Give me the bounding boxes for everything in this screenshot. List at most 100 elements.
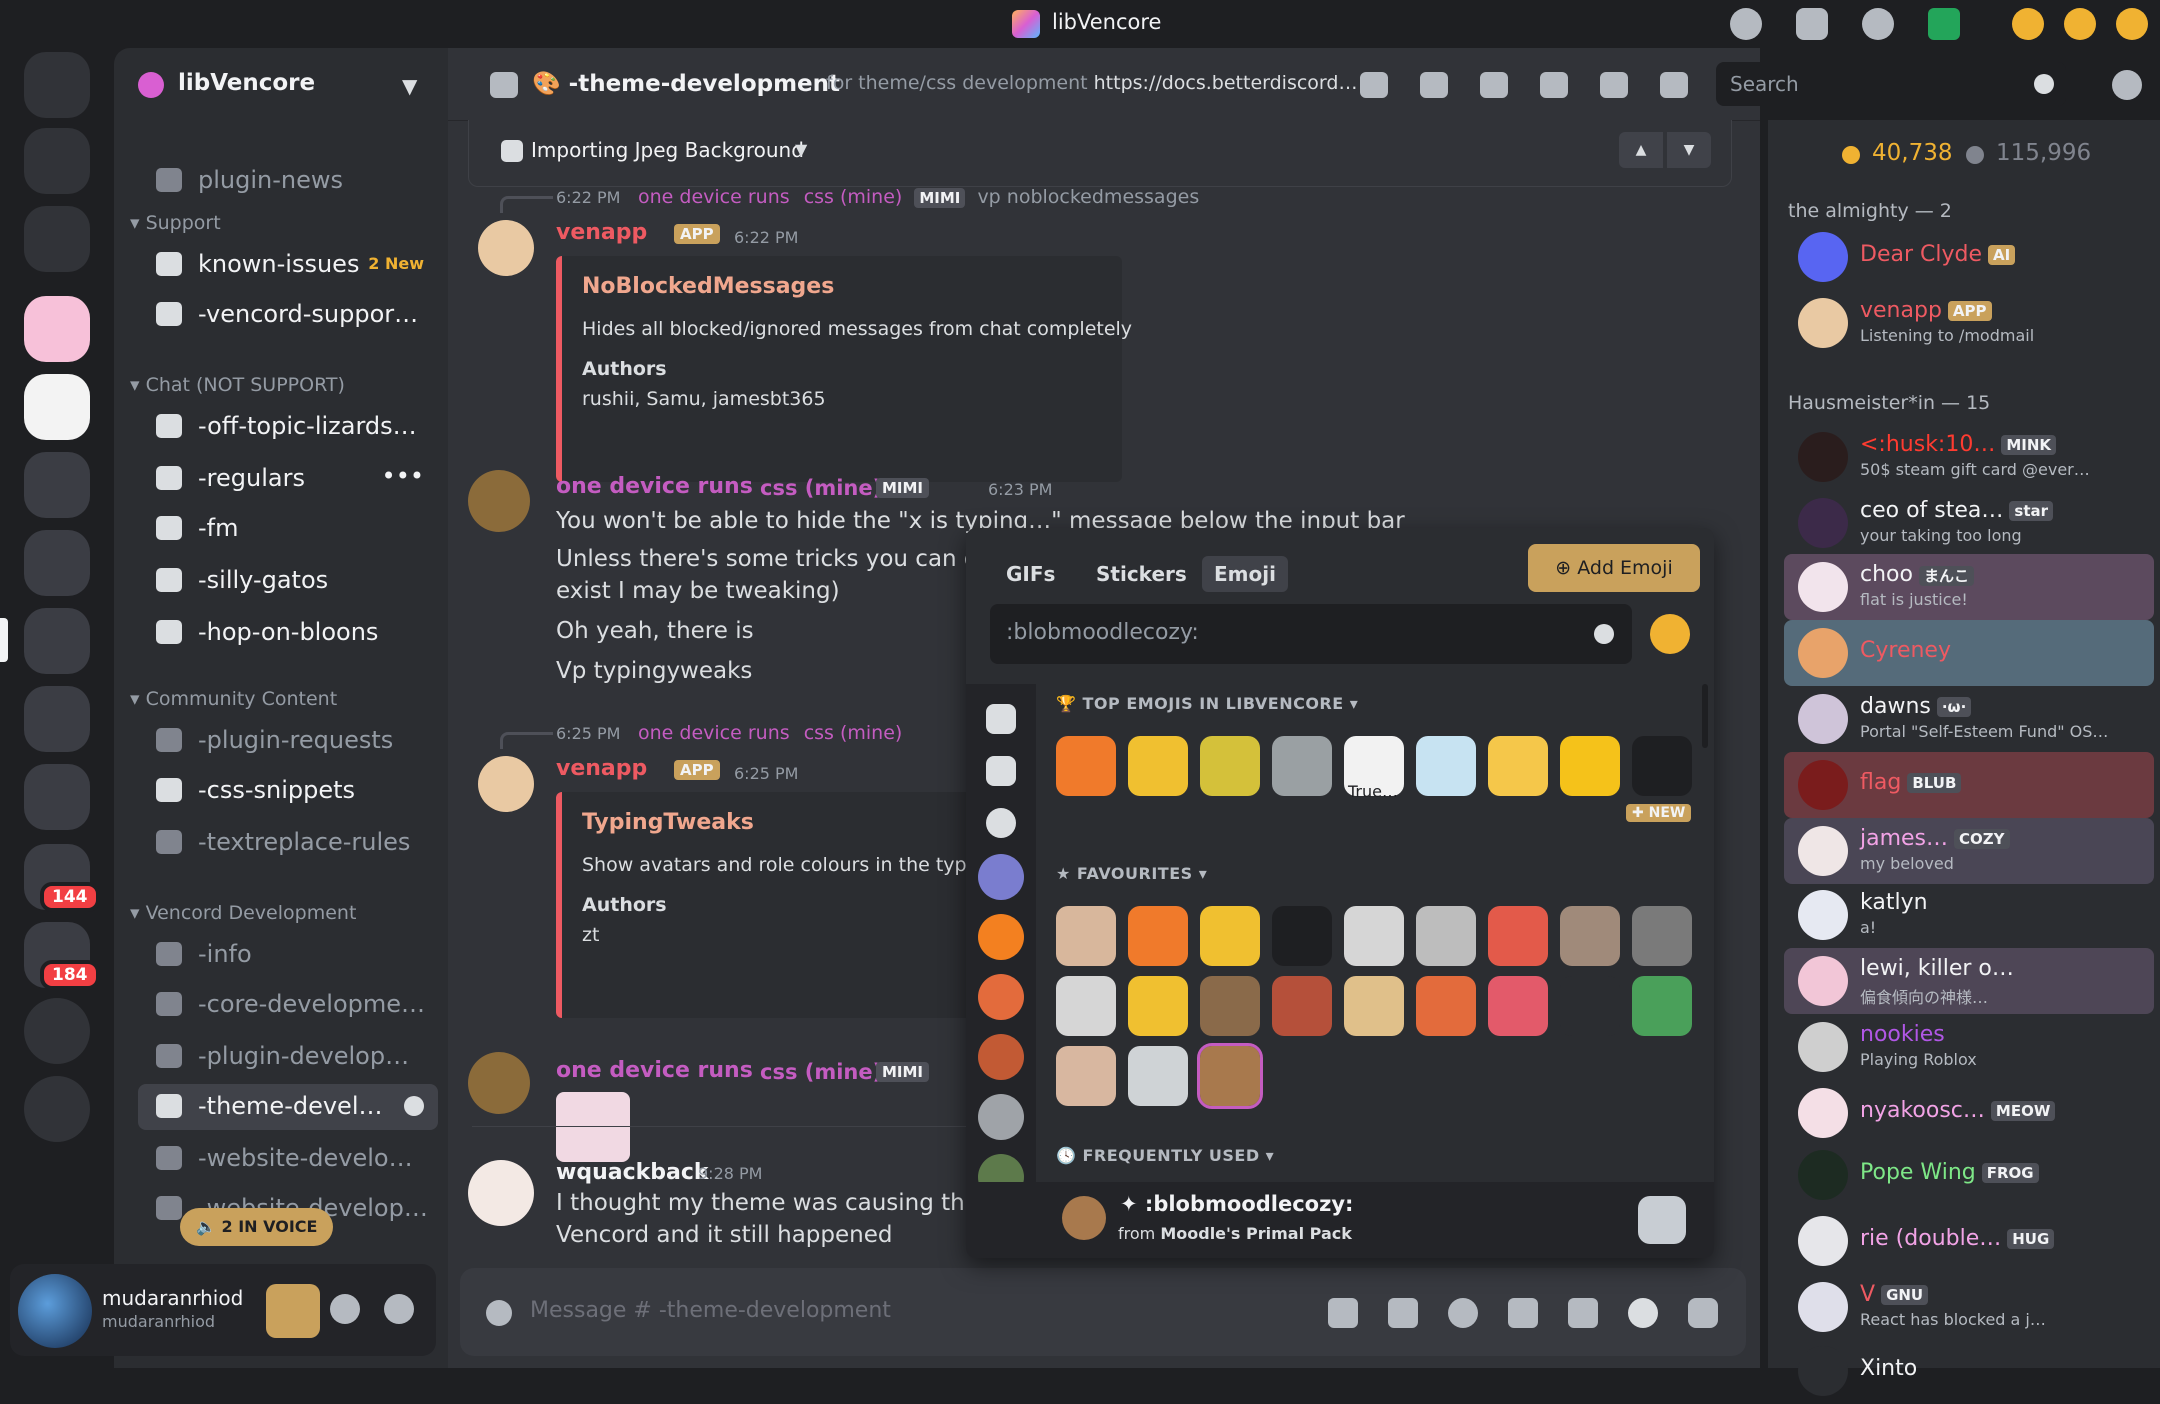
emoji-button[interactable] (1416, 976, 1476, 1036)
emoji-button[interactable] (1056, 736, 1116, 796)
tab-stickers[interactable]: Stickers (1084, 556, 1199, 592)
gift-icon[interactable] (1328, 1298, 1358, 1328)
gif-icon[interactable] (1508, 1298, 1538, 1328)
channel-topic[interactable]: for theme/css development https://docs.b… (826, 72, 1357, 94)
channel-css-snippets[interactable]: -css-snippets (138, 768, 438, 814)
picker-scrollbar[interactable] (1702, 684, 1708, 748)
skin-tone-icon[interactable] (1650, 614, 1690, 654)
channel-off-topic[interactable]: -off-topic-lizards… (138, 404, 438, 450)
server-folder-3[interactable] (24, 686, 90, 752)
emoji-button[interactable] (1272, 906, 1332, 966)
section-favourites[interactable]: ★ FAVOURITES ▾ (1056, 864, 1207, 883)
maximize-icon[interactable] (2064, 8, 2096, 40)
member-item[interactable]: flag BLUB (1784, 752, 2154, 818)
emoji-button[interactable] (1200, 976, 1260, 1036)
emoji-button[interactable] (1056, 906, 1116, 966)
member-item[interactable]: Dear Clyde AI (1784, 224, 2154, 290)
embed-title[interactable]: TypingTweaks (582, 810, 754, 835)
nitro-icon[interactable] (1360, 72, 1388, 98)
avatar[interactable] (18, 1274, 92, 1348)
emoji-button[interactable] (1560, 906, 1620, 966)
inbox-icon[interactable] (1796, 8, 1828, 40)
scroll-down-button[interactable]: ▼ (1667, 132, 1711, 168)
message-author[interactable]: one device runs (556, 474, 753, 499)
member-item[interactable]: Xinto (1784, 1338, 2154, 1404)
reply-preview[interactable]: one device runs css (mine) (638, 722, 902, 744)
cloudflare-icon[interactable] (978, 914, 1024, 960)
thread-bar[interactable]: Importing Jpeg Background ▼ ▲ ▼ (468, 120, 1732, 187)
emoji-button[interactable] (1416, 736, 1476, 796)
emoji-button[interactable] (1200, 736, 1260, 796)
channel-fm[interactable]: -fm (138, 506, 438, 552)
add-emoji-button[interactable]: ⊕ Add Emoji (1528, 544, 1700, 592)
emoji-button[interactable] (1128, 1046, 1188, 1106)
tab-emoji[interactable]: Emoji (1202, 556, 1288, 592)
server-emoji-icon[interactable] (978, 854, 1024, 900)
reply-preview[interactable]: one device runs css (mine) MIMI vp noblo… (638, 186, 1199, 208)
sound-icon[interactable] (1388, 1298, 1418, 1328)
member-item[interactable]: dawns ·ω· Portal "Self-Esteem Fund" OS… (1784, 686, 2154, 752)
scroll-up-button[interactable]: ▲ (1619, 132, 1663, 168)
discover-icon[interactable] (24, 1076, 90, 1142)
emoji-button[interactable] (1416, 906, 1476, 966)
translate-icon[interactable] (1448, 1298, 1478, 1328)
server-folder-libvencore[interactable] (24, 608, 90, 674)
emoji-button[interactable] (1488, 736, 1548, 796)
member-item[interactable]: nookies Playing Roblox (1784, 1014, 2154, 1080)
emoji-button[interactable] (1344, 976, 1404, 1036)
server-icon-vencord[interactable] (24, 296, 90, 362)
help-icon[interactable] (1862, 8, 1894, 40)
emoji-button[interactable] (1632, 976, 1692, 1036)
close-icon[interactable] (2116, 8, 2148, 40)
minimize-icon[interactable] (2012, 8, 2044, 40)
category-vencord-dev[interactable]: ▾ Vencord Development (130, 902, 356, 924)
hourglass-icon[interactable] (24, 206, 90, 272)
channel-theme-development[interactable]: -theme-devel… (138, 1084, 438, 1130)
avatar[interactable] (468, 1160, 534, 1226)
section-frequently-used[interactable]: 🕓 FREQUENTLY USED ▾ (1056, 1146, 1274, 1165)
category-support[interactable]: ▾ Support (130, 212, 221, 234)
emoji-button[interactable] (1560, 736, 1620, 796)
emoji-button[interactable] (1056, 1046, 1116, 1106)
category-chat[interactable]: ▾ Chat (NOT SUPPORT) (130, 374, 345, 396)
emoji-button[interactable] (1128, 906, 1188, 966)
category-community[interactable]: ▾ Community Content (130, 688, 337, 710)
emoji-button[interactable] (1128, 976, 1188, 1036)
member-item[interactable]: rie (double… HUG (1784, 1208, 2154, 1274)
member-item[interactable]: Cyreney (1784, 620, 2154, 686)
channel-regulars[interactable]: -regulars ••• (138, 456, 438, 502)
topic-link[interactable]: https://docs.betterdiscord… (1094, 72, 1358, 94)
add-member-icon[interactable] (404, 1096, 424, 1116)
voice-pill[interactable]: 🔈 2 IN VOICE (180, 1208, 334, 1246)
channel-website-development[interactable]: -website-develo… (138, 1136, 438, 1182)
emoji-button[interactable] (1632, 906, 1692, 966)
avatar[interactable] (468, 470, 530, 532)
emoji-button[interactable] (1128, 736, 1188, 796)
upload-plus-icon[interactable] (486, 1300, 512, 1326)
member-item[interactable]: ceo of stea… star your taking too long (1784, 490, 2154, 556)
channel-info[interactable]: -info (138, 932, 438, 978)
channel-core-development[interactable]: -core-developme… (138, 982, 438, 1028)
channel-plugin-requests[interactable]: -plugin-requests (138, 718, 438, 764)
section-top-emojis[interactable]: 🏆 TOP EMOJIS IN LIBVENCORE ▾ (1056, 694, 1358, 713)
member-item[interactable]: katlyn a! (1784, 882, 2154, 948)
emoji-button[interactable] (1272, 976, 1332, 1036)
avatar[interactable] (478, 756, 534, 812)
trophy-icon[interactable] (986, 704, 1016, 734)
hidden-channels-icon[interactable] (1660, 72, 1688, 98)
threads-icon[interactable] (1420, 72, 1448, 98)
tab-gifs[interactable]: GIFs (994, 556, 1067, 592)
inbox-quick-icon[interactable] (2112, 70, 2142, 100)
channel-vencord-support[interactable]: -vencord-suppor… (138, 292, 438, 338)
download-icon[interactable] (1928, 8, 1960, 40)
emoji-button[interactable] (1197, 1043, 1263, 1109)
member-item[interactable]: <:husk:10… MINK 50$ steam gift card @ever… (1784, 424, 2154, 490)
add-server-icon[interactable] (24, 998, 90, 1064)
avatar[interactable] (468, 1052, 530, 1114)
member-item[interactable]: V GNU React has blocked a j… (1784, 1274, 2154, 1340)
message-author[interactable]: one device runs (556, 1058, 753, 1083)
message-author[interactable]: wquackback (556, 1160, 709, 1185)
emoji-button[interactable] (1056, 976, 1116, 1036)
settings-gear-icon[interactable] (1730, 8, 1762, 40)
member-item[interactable]: lewi, killer o… 偏食傾向の神様… (1784, 948, 2154, 1014)
